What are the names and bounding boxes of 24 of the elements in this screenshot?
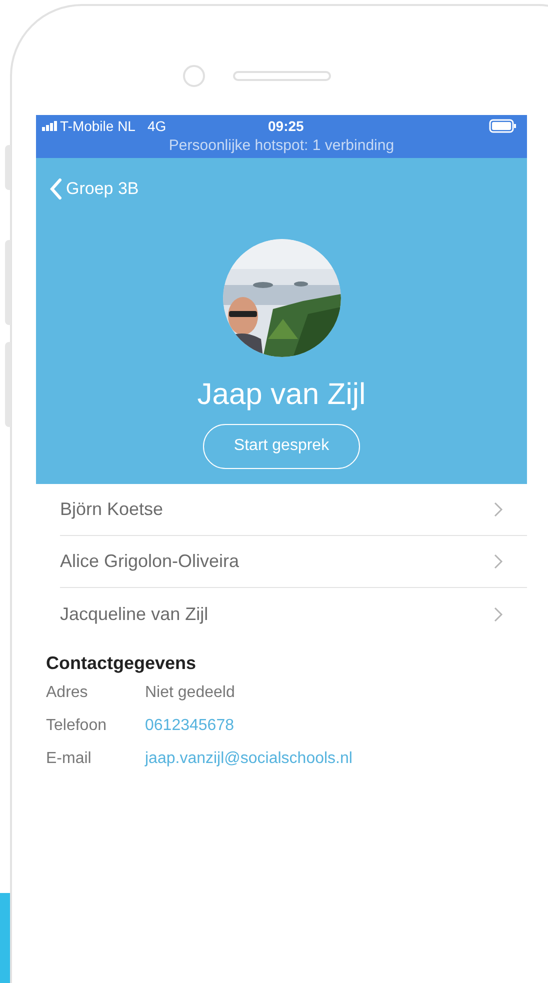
chevron-right-icon — [494, 502, 503, 517]
chevron-right-icon — [494, 554, 503, 569]
start-chat-button[interactable]: Start gesprek — [203, 424, 360, 468]
field-value: Niet gedeeld — [145, 682, 235, 702]
field-label: Adres — [46, 682, 89, 702]
camera — [183, 65, 205, 87]
network-type: 4G — [147, 116, 166, 136]
carrier-name: T-Mobile NL — [60, 116, 136, 136]
contact-link[interactable]: 0612345678 — [145, 714, 234, 738]
signal-icon — [42, 121, 58, 131]
clock: 09:25 — [268, 116, 304, 136]
hotspot-text: Persoonlijke hotspot: 1 verbinding — [168, 137, 396, 155]
back-chevron-icon — [50, 178, 62, 200]
field-label: Telefoon — [46, 716, 108, 736]
contact-link[interactable]: jaap.vanzijl@socialschools.nl — [145, 746, 352, 770]
contact-row[interactable]: Björn Koetse — [60, 484, 527, 536]
contact-row[interactable]: Alice Grigolon-Oliveira — [60, 536, 527, 588]
battery-icon — [489, 119, 517, 133]
section-heading: Contactgegevens — [46, 652, 198, 675]
chevron-right-icon — [494, 606, 503, 622]
back-button[interactable]: Groep 3B — [50, 176, 139, 202]
field-label: E-mail — [46, 748, 92, 768]
contact-row[interactable]: Jacqueline van Zijl — [60, 588, 527, 640]
profile-name: Jaap van Zijl — [197, 376, 366, 412]
